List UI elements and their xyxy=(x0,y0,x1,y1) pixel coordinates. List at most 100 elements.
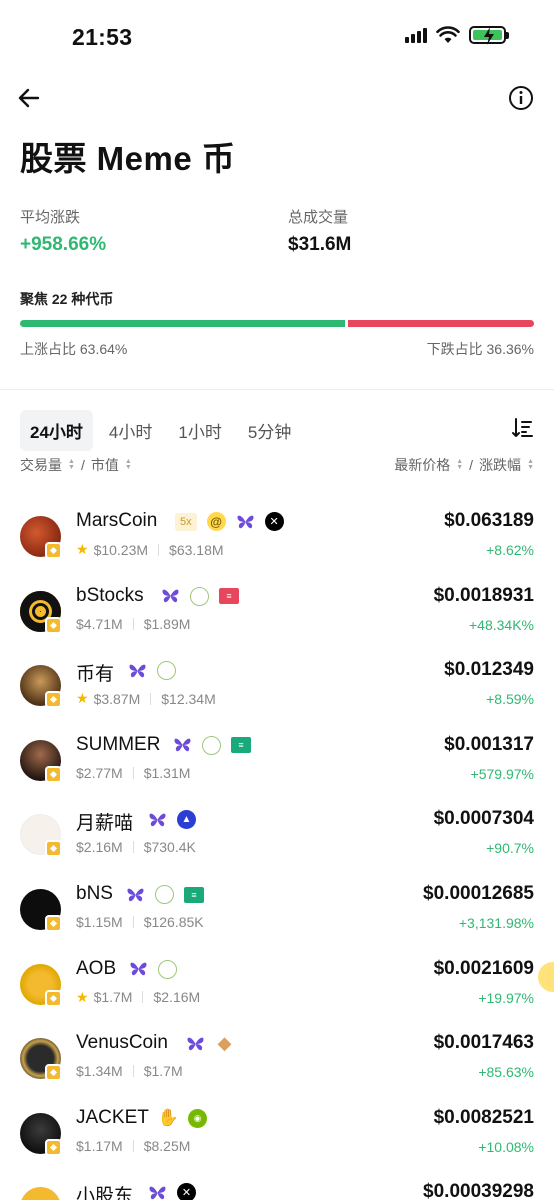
coin-volume: $2.16M xyxy=(76,839,123,856)
coin-tags: ◆ xyxy=(186,1033,234,1053)
sort-caret-icon: ▲ ▼ xyxy=(527,458,534,471)
sort-caret-icon: ▲ ▼ xyxy=(68,458,75,471)
coin-row[interactable]: SUMMER ≡ $2.77M $1.31M $0.001317 +579.97% xyxy=(0,734,554,808)
shop-icon: ≡ xyxy=(184,886,204,903)
tab-24h[interactable]: 24小时 xyxy=(20,410,93,451)
butterfly-icon xyxy=(186,1034,205,1053)
down-ratio-fill xyxy=(348,320,534,327)
coin-price: $0.0017463 xyxy=(433,1032,534,1054)
spdr-badge-icon xyxy=(202,735,221,755)
bnb-chain-badge-icon xyxy=(45,1138,62,1156)
coin-tags: ✋ ◉ xyxy=(157,1108,207,1128)
coin-volume-mcap: $2.16M $730.4K xyxy=(76,839,196,855)
at-sign-icon: @ xyxy=(206,512,226,531)
value-separator xyxy=(142,991,144,1004)
info-icon[interactable] xyxy=(508,85,534,111)
coin-change: +85.63% xyxy=(478,1064,534,1081)
coin-row[interactable]: 月薪喵 ▲ $2.16M $730.4K $0.0007304 +90.7% xyxy=(0,808,554,882)
spdr-badge-icon xyxy=(155,885,174,904)
tab-4h[interactable]: 4小时 xyxy=(99,410,162,451)
coin-volume: $2.77M xyxy=(76,764,123,781)
coin-tags: ≡ xyxy=(126,885,204,904)
hand-icon: ✋ xyxy=(157,1108,180,1128)
sort-by-market-cap[interactable]: 市值 xyxy=(91,455,119,475)
bnb-chain-badge-icon xyxy=(45,1064,62,1082)
coin-name: JACKET xyxy=(76,1106,149,1128)
butterfly-icon xyxy=(126,885,145,904)
coin-market-cap: $126.85K xyxy=(143,914,204,930)
tab-5m[interactable]: 5分钟 xyxy=(238,410,301,451)
x-logo-icon: ✕ xyxy=(264,512,284,531)
coin-volume: $10.23M xyxy=(93,541,149,558)
coin-row[interactable]: MarsCoin 5x @ ✕ ★ $10.23M $63.18M $0.063189 +8.6… xyxy=(0,510,554,584)
coin-market-cap: $1.7M xyxy=(143,1063,183,1080)
spdr-badge-icon xyxy=(157,661,176,681)
value-separator xyxy=(150,692,152,705)
coin-tags xyxy=(129,959,177,979)
coin-market-cap: $730.4K xyxy=(143,839,196,856)
spdr-badge-icon xyxy=(190,586,209,606)
coin-market-cap: $1.31M xyxy=(143,764,191,781)
coin-volume: $1.7M xyxy=(93,989,133,1006)
back-arrow-icon[interactable] xyxy=(16,84,44,112)
leverage-5x-badge: 5x xyxy=(175,512,197,531)
coin-avatar xyxy=(20,1187,61,1200)
coin-tags: ▲ xyxy=(148,810,196,830)
avg-change-value: +958.66% xyxy=(20,234,107,255)
bnb-chain-badge-icon xyxy=(45,840,62,858)
butterfly-icon xyxy=(128,661,147,680)
sort-by-change[interactable]: 涨跌幅 xyxy=(479,455,521,475)
coin-volume-mcap: ★ $10.23M $63.18M xyxy=(76,541,224,558)
status-icons xyxy=(405,26,509,45)
coin-name: bStocks xyxy=(76,584,144,606)
coin-volume: $3.87M xyxy=(93,690,141,707)
sort-caret-icon: ▲ ▼ xyxy=(124,458,132,471)
coin-volume-mcap: ★ $1.7M $2.16M xyxy=(76,989,200,1006)
coin-market-cap: $12.34M xyxy=(161,690,216,707)
butterfly-icon xyxy=(148,810,167,829)
coin-change: +90.7% xyxy=(486,840,534,857)
sort-by-price[interactable]: 最新价格 xyxy=(394,455,450,475)
sort-icon[interactable] xyxy=(510,416,534,440)
coin-volume-mcap: $2.77M $1.31M xyxy=(76,765,190,781)
coin-market-cap: $2.16M xyxy=(153,989,201,1006)
blue-token-icon: ▲ xyxy=(177,810,196,830)
coin-price: $0.0007304 xyxy=(433,808,534,830)
coin-name: AOB xyxy=(76,957,117,979)
status-bar: 21:53 xyxy=(0,0,554,70)
timeframe-tabs: 24小时 4小时 1小时 5分钟 xyxy=(20,410,301,451)
coin-tags: 5x @ ✕ xyxy=(175,512,284,531)
coin-volume-mcap: $1.17M $8.25M xyxy=(76,1138,190,1154)
coin-change: +579.97% xyxy=(470,765,534,782)
x-logo-icon: ✕ xyxy=(177,1183,196,1200)
coin-row[interactable]: VenusCoin ◆ $1.34M $1.7M $0.0017463 +85.63% xyxy=(0,1032,554,1106)
coin-volume: $4.71M xyxy=(76,615,123,632)
coin-tags: ≡ xyxy=(161,586,239,606)
coin-row[interactable]: 币有 ★ $3.87M $12.34M $0.012349 +8.59% xyxy=(0,659,554,733)
coin-change: +8.62% xyxy=(486,542,534,558)
status-time: 21:53 xyxy=(72,24,133,50)
coin-change: +19.97% xyxy=(478,989,534,1006)
value-separator xyxy=(132,617,134,630)
coin-row[interactable]: 小股东 ✕ $0.00039298 xyxy=(0,1181,554,1200)
up-down-ratio-bar xyxy=(20,320,534,327)
coin-row[interactable]: bNS ≡ $1.15M $126.85K $0.00012685 +3,131.98% xyxy=(0,883,554,957)
coin-change: +48.34K% xyxy=(469,616,534,633)
coin-row[interactable]: bStocks ≡ $4.71M $1.89M $0.0018931 +48.34K% xyxy=(0,585,554,659)
coin-price: $0.001317 xyxy=(444,733,534,755)
coin-row[interactable]: AOB ★ $1.7M $2.16M $0.0021609 +19.97% xyxy=(0,958,554,1032)
bnb-chain-badge-icon xyxy=(45,989,62,1007)
tab-1h[interactable]: 1小时 xyxy=(168,410,231,451)
coin-row[interactable]: JACKET ✋ ◉ $1.17M $8.25M $0.0082521 +10.08% xyxy=(0,1107,554,1181)
sort-by-volume[interactable]: 交易量 xyxy=(20,455,62,475)
coin-name: SUMMER xyxy=(76,733,161,755)
coin-name: 币有 xyxy=(76,664,115,686)
value-separator xyxy=(132,1139,134,1152)
butterfly-icon xyxy=(161,587,180,606)
coin-volume: $1.17M xyxy=(76,1137,123,1154)
total-volume-value: $31.6M xyxy=(288,234,352,255)
coin-name: MarsCoin xyxy=(76,510,158,531)
coin-volume-mcap: $1.15M $126.85K xyxy=(76,914,204,930)
coin-name: 小股东 xyxy=(76,1186,134,1200)
spdr-badge-icon xyxy=(158,959,177,979)
